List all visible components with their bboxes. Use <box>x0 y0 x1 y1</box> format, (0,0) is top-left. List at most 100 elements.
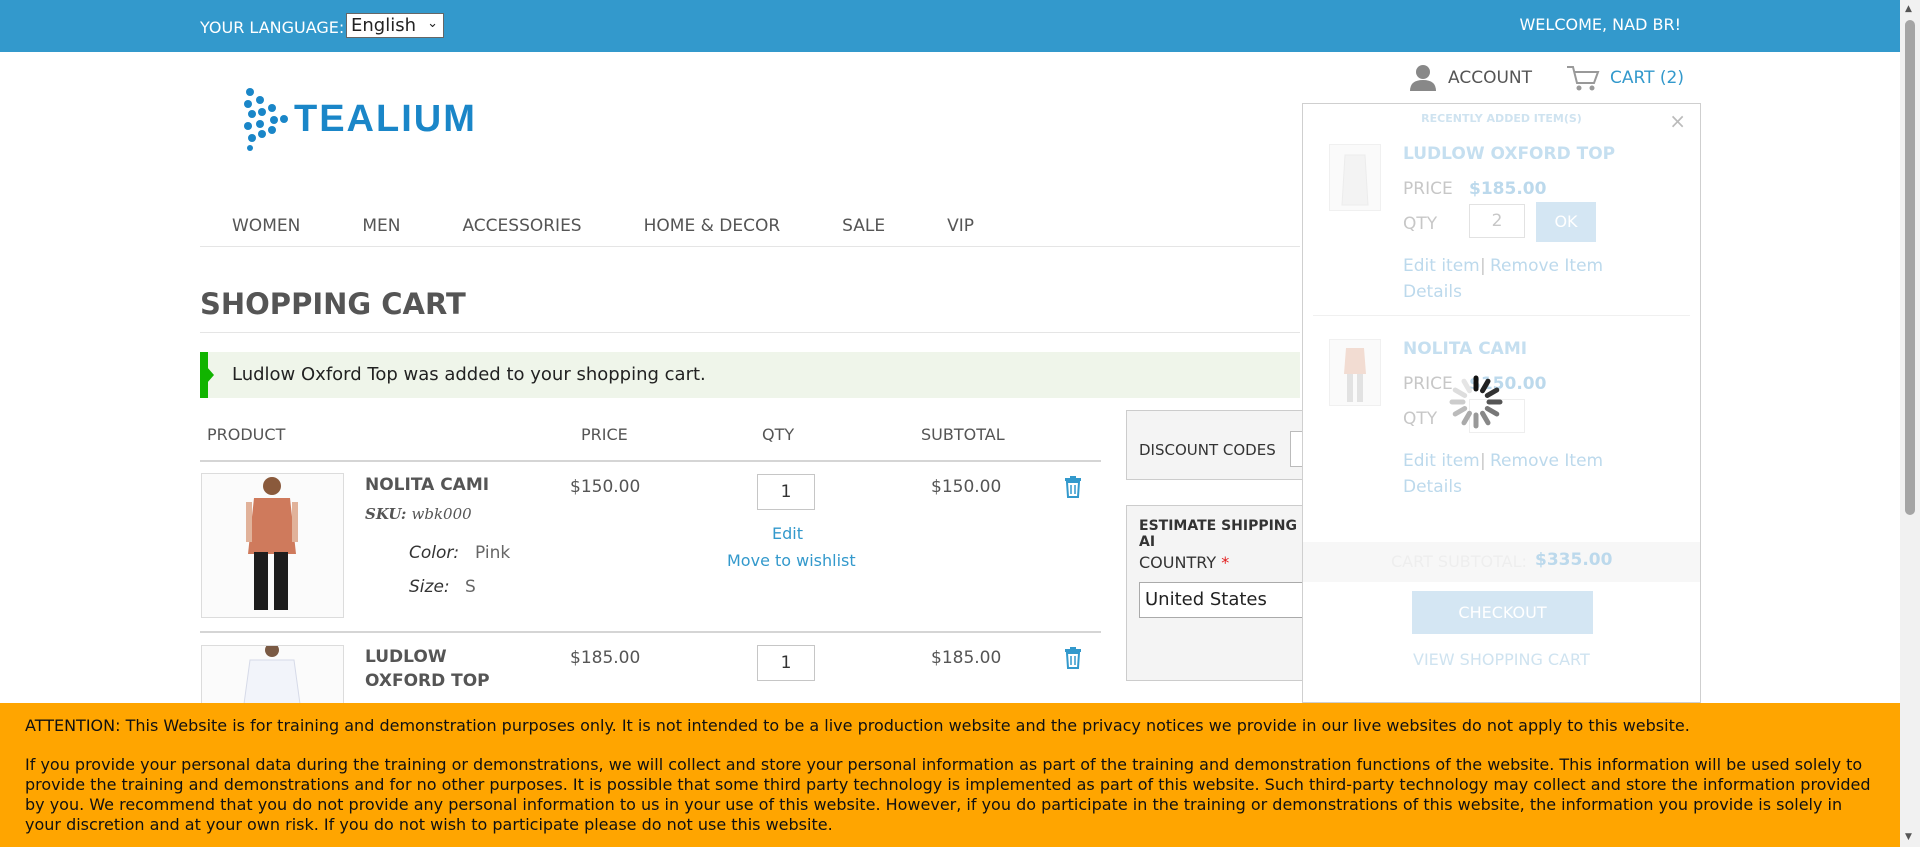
minicart-qty-label: QTY <box>1403 214 1438 234</box>
product-photo <box>202 646 343 703</box>
minicart-price: $185.00 <box>1469 179 1547 199</box>
nav-item-women[interactable]: WOMEN <box>232 216 300 246</box>
color-label: Color: <box>409 543 460 563</box>
product-sku: SKU: wbk000 <box>365 504 472 523</box>
nav-item-vip[interactable]: VIP <box>947 216 974 246</box>
close-icon[interactable]: × <box>1669 109 1686 133</box>
product-photo <box>1344 348 1366 402</box>
minicart-details-link[interactable]: Details <box>1403 477 1462 497</box>
language-select-value: English <box>351 15 416 36</box>
column-header-qty: QTY <box>762 425 795 444</box>
minicart-header: RECENTLY ADDED ITEM(S) <box>1421 112 1582 125</box>
account-label: ACCOUNT <box>1448 68 1532 88</box>
qty-input[interactable]: 1 <box>757 474 815 510</box>
trash-icon[interactable] <box>1064 476 1082 498</box>
minicart-remove-link[interactable]: Remove Item <box>1490 451 1603 471</box>
nav-item-men[interactable]: MEN <box>362 216 400 246</box>
cart-link[interactable]: CART (2) <box>1566 64 1684 92</box>
nav-item-accessories[interactable]: ACCESSORIES <box>462 216 581 246</box>
privacy-text: If you provide your personal data during… <box>25 755 1871 834</box>
cart-label: CART (2) <box>1610 68 1684 88</box>
top-bar: YOUR LANGUAGE: English ⌄ WELCOME, NAD BR… <box>0 0 1900 52</box>
success-marker <box>207 367 214 383</box>
sku-label: SKU: <box>365 505 407 523</box>
minicart-price-label: PRICE <box>1403 179 1453 199</box>
chevron-down-icon: ⌄ <box>427 16 438 31</box>
discount-codes-panel: DISCOUNT CODES <box>1126 410 1312 480</box>
nav-item-home-decor[interactable]: HOME & DECOR <box>644 216 781 246</box>
minicart-edit-link[interactable]: Edit item <box>1403 256 1480 276</box>
logo-text: TEALIUM <box>294 97 477 140</box>
minicart-qty-label: QTY <box>1403 409 1438 429</box>
trash-icon[interactable] <box>1064 647 1082 669</box>
minicart-subtotal-value: $335.00 <box>1535 550 1613 570</box>
language-select[interactable]: English ⌄ <box>346 13 444 38</box>
column-header-product: PRODUCT <box>207 425 286 444</box>
minicart-item-name[interactable]: NOLITA CAMI <box>1403 339 1527 359</box>
estimate-shipping-label[interactable]: ESTIMATE SHIPPING AI <box>1139 518 1305 550</box>
product-name[interactable]: LUDLOW OXFORD TOP <box>365 645 490 693</box>
edit-link[interactable]: Edit <box>772 524 803 543</box>
view-shopping-cart-link[interactable]: VIEW SHOPPING CART <box>1413 650 1590 669</box>
product-name-line: OXFORD TOP <box>365 671 490 691</box>
size-value: S <box>465 577 476 597</box>
product-subtotal: $150.00 <box>931 477 1002 497</box>
divider <box>1313 315 1690 316</box>
account-link[interactable]: ACCOUNT <box>1408 64 1532 92</box>
nav-item-sale[interactable]: SALE <box>842 216 885 246</box>
minicart-separator: | <box>1480 451 1486 471</box>
minicart-edit-link[interactable]: Edit item <box>1403 451 1480 471</box>
attention-text: ATTENTION: This Website is for training … <box>25 716 1690 735</box>
qty-input[interactable]: 1 <box>757 645 815 681</box>
minicart-item-image[interactable] <box>1329 339 1381 406</box>
success-message-text: Ludlow Oxford Top was added to your shop… <box>232 364 706 385</box>
scroll-down-icon[interactable]: ▼ <box>1905 832 1912 842</box>
user-icon <box>1410 65 1436 91</box>
loading-spinner-icon <box>1449 375 1503 429</box>
minicart-dropdown: RECENTLY ADDED ITEM(S) × LUDLOW OXFORD T… <box>1302 103 1701 703</box>
product-photo <box>202 474 343 617</box>
minicart-subtotal-label: CART SUBTOTAL: <box>1391 552 1527 571</box>
product-name-line: LUDLOW <box>365 647 447 667</box>
minicart-ok-button[interactable]: OK <box>1536 202 1596 242</box>
estimate-shipping-panel: ESTIMATE SHIPPING AI COUNTRY * United St… <box>1126 505 1309 681</box>
product-photo <box>1341 154 1369 206</box>
minicart-remove-link[interactable]: Remove Item <box>1490 256 1603 276</box>
page-title: SHOPPING CART <box>200 287 466 321</box>
country-label: COUNTRY * <box>1139 553 1230 572</box>
cart-icon <box>1567 66 1600 91</box>
move-to-wishlist-link[interactable]: Move to wishlist <box>727 551 856 570</box>
column-header-subtotal: SUBTOTAL <box>921 425 1005 444</box>
divider <box>200 631 1101 633</box>
logo-dots-icon <box>244 88 288 151</box>
main-nav: WOMEN MEN ACCESSORIES HOME & DECOR SALE … <box>200 216 1300 247</box>
minicart-item-name[interactable]: LUDLOW OXFORD TOP <box>1403 144 1615 164</box>
product-price: $150.00 <box>570 477 641 497</box>
country-select[interactable]: United States <box>1139 582 1309 618</box>
language-label: YOUR LANGUAGE: <box>200 18 345 37</box>
minicart-qty-input[interactable]: 2 <box>1469 204 1525 238</box>
column-header-price: PRICE <box>581 425 628 444</box>
color-value: Pink <box>475 543 511 563</box>
product-name[interactable]: NOLITA CAMI <box>365 473 489 497</box>
attention-banner: ATTENTION: This Website is for training … <box>0 703 1900 847</box>
scroll-up-icon[interactable]: ▲ <box>1905 4 1912 14</box>
divider <box>200 332 1300 333</box>
page-scrollbar[interactable]: ▲ ▼ <box>1900 0 1920 847</box>
product-image-nolita-cami[interactable] <box>201 473 344 618</box>
success-message: Ludlow Oxford Top was added to your shop… <box>200 352 1300 398</box>
scrollbar-thumb[interactable] <box>1905 20 1915 515</box>
minicart-separator: | <box>1480 256 1486 276</box>
divider <box>200 460 1101 462</box>
discount-codes-label[interactable]: DISCOUNT CODES <box>1139 441 1276 459</box>
checkout-button[interactable]: CHECKOUT <box>1412 591 1593 634</box>
product-subtotal: $185.00 <box>931 648 1002 668</box>
product-price: $185.00 <box>570 648 641 668</box>
minicart-item-image[interactable] <box>1329 144 1381 211</box>
minicart-subtotal-bar: CART SUBTOTAL: $335.00 <box>1303 542 1700 582</box>
size-label: Size: <box>409 577 450 597</box>
tealium-logo[interactable]: TEALIUM <box>242 86 477 152</box>
sku-value: wbk000 <box>411 505 472 523</box>
minicart-details-link[interactable]: Details <box>1403 282 1462 302</box>
product-image-ludlow-oxford-top[interactable] <box>201 645 344 703</box>
